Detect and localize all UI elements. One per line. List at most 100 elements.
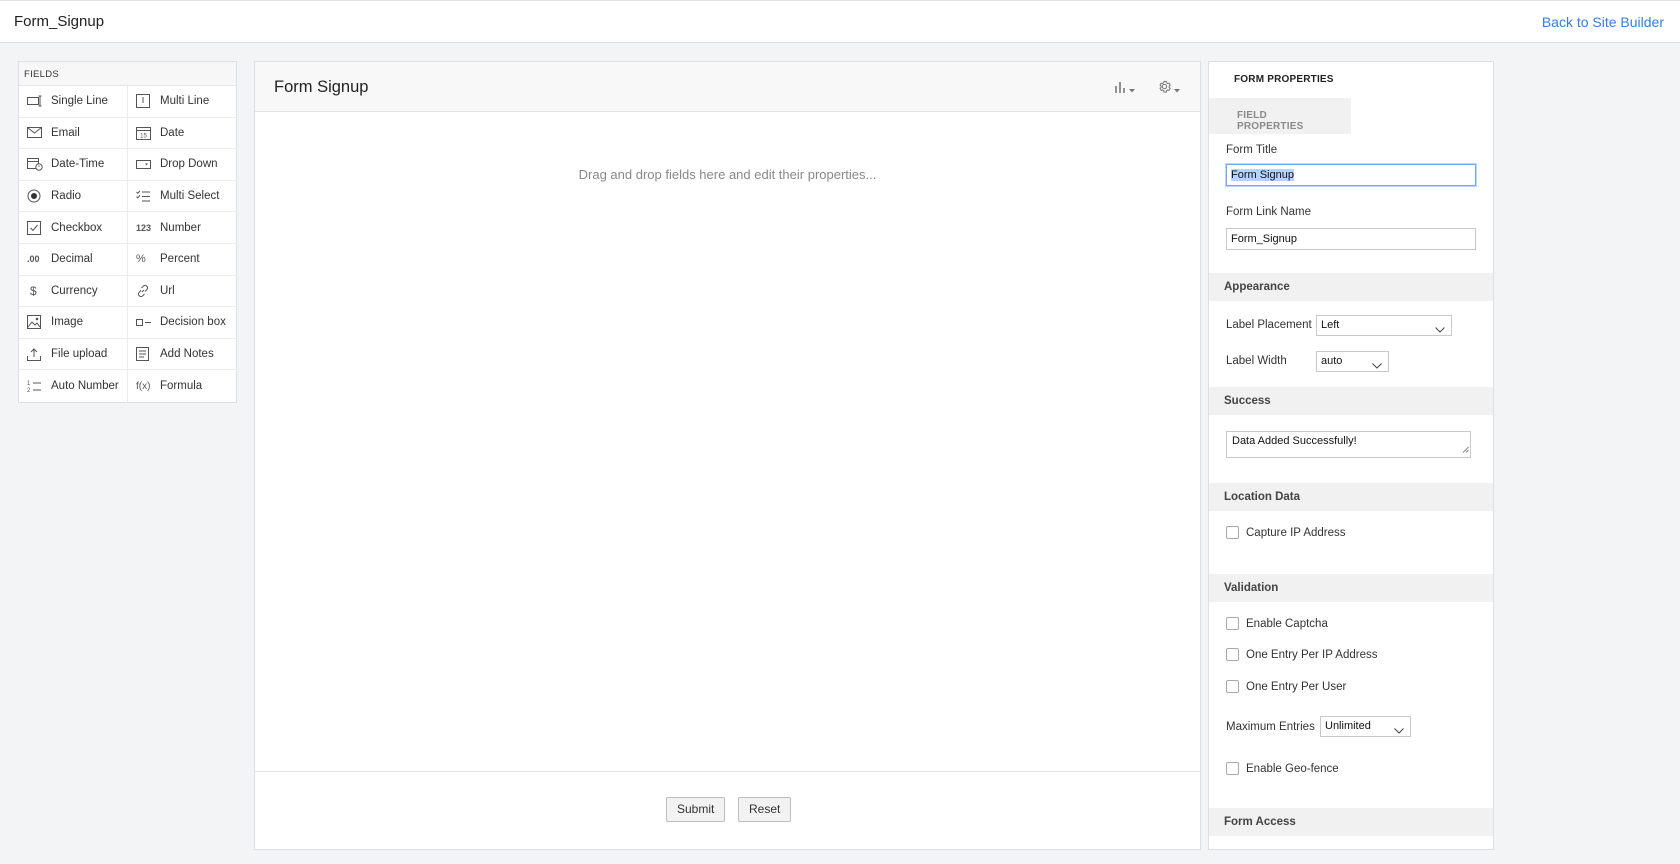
field-label: Number [160,221,201,234]
field-email[interactable]: Email [19,117,128,150]
field-file-upload[interactable]: File upload [19,338,128,371]
one-entry-per-user-checkbox[interactable]: One Entry Per User [1226,680,1346,693]
field-label: Percent [160,253,200,266]
decision-box-icon [128,318,160,327]
caret-down-icon [1174,80,1180,98]
checkbox-box[interactable] [1226,526,1239,539]
formula-icon: f(x) [128,381,160,392]
form-canvas: Form Signup Drag and drop fields here an… [254,61,1201,850]
label-placement-select[interactable]: Left [1316,315,1452,336]
chevron-down-icon [1394,722,1404,741]
enable-captcha-label: Enable Captcha [1246,617,1328,630]
enable-geo-fence-checkbox[interactable]: Enable Geo-fence [1226,762,1339,775]
file-upload-icon [19,347,51,361]
field-date[interactable]: 15 Date [128,118,237,150]
currency-icon: $ [19,284,51,298]
app-title: Form_Signup [14,13,105,30]
field-add-notes[interactable]: Add Notes [128,339,237,371]
drop-zone-hint: Drag and drop fields here and edit their… [578,167,877,182]
number-icon-text: 123 [136,222,152,233]
single-line-icon [19,95,51,107]
field-label: Image [51,316,83,329]
field-checkbox[interactable]: Checkbox [19,212,128,244]
reset-button[interactable]: Reset [738,797,792,822]
field-auto-number[interactable]: 12 Auto Number [19,370,128,402]
checkbox-box[interactable] [1226,648,1239,661]
image-icon [19,315,51,330]
field-formula[interactable]: f(x) Formula [128,370,237,402]
form-title-value: Form Signup [1231,169,1294,181]
field-decision-box[interactable]: Decision box [128,307,237,339]
field-label: Multi Line [160,95,210,108]
success-message-value: Data Added Successfully! [1232,435,1357,447]
url-icon [128,284,160,298]
bar-chart-icon [1114,80,1127,98]
tab-field-properties[interactable]: FIELD PROPERTIES [1209,98,1351,134]
settings-menu[interactable] [1157,79,1180,99]
field-single-line[interactable]: Single Line [19,86,128,118]
gear-icon [1157,79,1172,99]
field-percent[interactable]: % Percent [128,244,237,276]
field-date-time[interactable]: Date-Time [19,149,128,181]
maximum-entries-select[interactable]: Unlimited [1320,716,1411,737]
email-icon [19,127,51,139]
field-label: Add Notes [160,348,214,361]
field-label: Single Line [51,95,108,108]
field-label: Currency [51,284,98,297]
form-title: Form Signup [274,78,369,96]
form-access-section-header: Form Access [1209,808,1493,836]
add-notes-icon [128,347,160,362]
field-label: Checkbox [51,221,103,234]
formula-icon-text: f(x) [136,380,151,392]
form-title-input[interactable]: Form Signup [1226,164,1476,186]
svg-text:2: 2 [27,388,31,393]
field-currency[interactable]: $ Currency [19,275,128,308]
one-entry-per-user-label: One Entry Per User [1246,680,1347,693]
multi-line-icon [128,94,160,109]
field-url[interactable]: Url [128,276,237,308]
svg-text:1: 1 [27,381,31,387]
capture-ip-checkbox[interactable]: Capture IP Address [1226,526,1346,539]
checkbox-box[interactable] [1226,762,1239,775]
percent-icon: % [128,253,160,265]
validation-section-header: Validation [1209,574,1493,602]
submit-button[interactable]: Submit [666,797,726,822]
appearance-section-header: Appearance [1209,273,1493,301]
canvas-header: Form Signup [255,62,1200,112]
field-multi-select[interactable]: Multi Select [128,181,237,213]
capture-ip-label: Capture IP Address [1246,526,1346,539]
number-icon: 123 [128,223,160,233]
chevron-down-icon [1435,321,1445,340]
field-number[interactable]: 123 Number [128,212,237,244]
checkbox-icon [19,220,51,235]
field-decimal[interactable]: .00 Decimal [19,243,128,276]
enable-captcha-checkbox[interactable]: Enable Captcha [1226,617,1328,630]
decimal-icon-text: .00 [27,254,40,265]
field-label: Url [160,284,175,297]
field-multi-line[interactable]: Multi Line [128,86,237,118]
tab-form-properties[interactable]: FORM PROPERTIES [1234,74,1334,85]
field-label: Radio [51,190,82,203]
field-image[interactable]: Image [19,307,128,339]
field-label: Drop Down [160,158,218,171]
form-link-name-input[interactable]: Form_Signup [1226,228,1476,250]
caret-down-icon [1129,80,1135,98]
success-message-textarea[interactable]: Data Added Successfully! [1226,431,1471,458]
enable-geo-fence-label: Enable Geo-fence [1246,762,1339,775]
one-entry-per-ip-checkbox[interactable]: One Entry Per IP Address [1226,648,1377,661]
back-to-site-builder-link[interactable]: Back to Site Builder [1542,14,1664,30]
label-width-value: auto [1321,355,1343,367]
field-label: Auto Number [51,380,119,393]
checkbox-box[interactable] [1226,617,1239,630]
label-width-select[interactable]: auto [1316,351,1389,372]
resize-grip-icon[interactable] [1462,444,1469,456]
reports-menu[interactable] [1114,79,1135,99]
field-drop-down[interactable]: Drop Down [128,149,237,181]
percent-icon-text: % [136,253,146,266]
auto-number-icon: 12 [19,379,51,393]
field-radio[interactable]: Radio [19,180,128,213]
field-label: Multi Select [160,190,220,203]
decimal-icon: .00 [19,254,51,264]
top-bar: Form_Signup Back to Site Builder [0,0,1680,43]
checkbox-box[interactable] [1226,680,1239,693]
